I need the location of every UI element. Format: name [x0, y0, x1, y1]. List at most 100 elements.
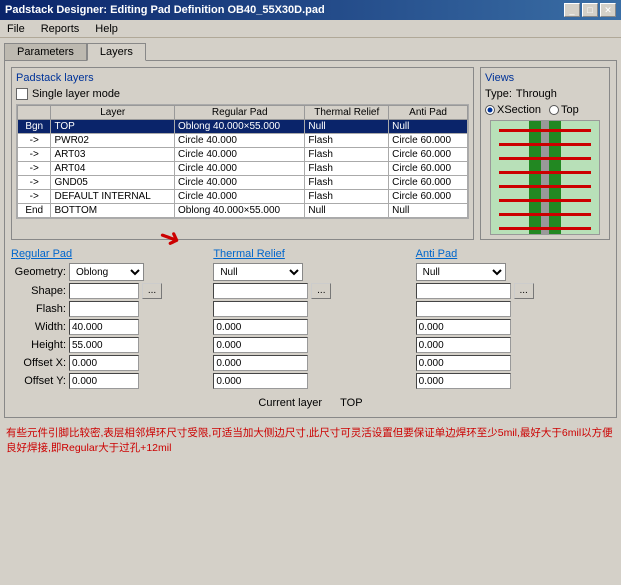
- cell-regpad: Oblong 40.000×55.000: [175, 120, 305, 134]
- cell-regpad: Oblong 40.000×55.000: [175, 204, 305, 218]
- shape-label: Shape:: [11, 285, 66, 297]
- cell-bgnend: ->: [18, 162, 51, 176]
- tab-parameters[interactable]: Parameters: [4, 43, 87, 61]
- thermal-geometry-select[interactable]: Null: [213, 263, 303, 281]
- flash-label: Flash:: [11, 303, 66, 315]
- geometry-row: Geometry: Oblong: [11, 263, 205, 281]
- layers-table: Layer Regular Pad Thermal Relief Anti Pa…: [17, 105, 468, 218]
- thermal-offset-y-row: [213, 373, 407, 389]
- cell-layer: DEFAULT INTERNAL: [51, 190, 175, 204]
- cell-bgnend: End: [18, 204, 51, 218]
- shape-row: Shape: ...: [11, 283, 205, 299]
- thermal-width-input[interactable]: [213, 319, 308, 335]
- col-header-layer: Layer: [51, 106, 175, 120]
- anti-pad-title: Anti Pad: [416, 248, 610, 260]
- thermal-offset-x-input[interactable]: [213, 355, 308, 371]
- table-row[interactable]: -> DEFAULT INTERNAL Circle 40.000 Flash …: [18, 190, 468, 204]
- type-label: Type:: [485, 88, 512, 100]
- antipad-offset-y-input[interactable]: [416, 373, 511, 389]
- flash-input[interactable]: [69, 301, 139, 317]
- geometry-select[interactable]: Oblong: [69, 263, 144, 281]
- cell-bgnend: ->: [18, 190, 51, 204]
- height-label: Height:: [11, 339, 66, 351]
- cell-antipad: Circle 60.000: [389, 190, 468, 204]
- cell-layer: BOTTOM: [51, 204, 175, 218]
- offset-y-input[interactable]: [69, 373, 139, 389]
- menu-help[interactable]: Help: [92, 22, 121, 36]
- cell-regpad: Circle 40.000: [175, 148, 305, 162]
- menu-reports[interactable]: Reports: [38, 22, 83, 36]
- antipad-height-row: [416, 337, 610, 353]
- table-row[interactable]: Bgn TOP Oblong 40.000×55.000 Null Null: [18, 120, 468, 134]
- flash-row: Flash:: [11, 301, 205, 317]
- thermal-shape-row: ...: [213, 283, 407, 299]
- cell-thermal: Flash: [305, 176, 389, 190]
- main-window: Parameters Layers Padstack layers Single…: [0, 38, 621, 422]
- thermal-flash-row: [213, 301, 407, 317]
- cell-antipad: Circle 60.000: [389, 148, 468, 162]
- height-input[interactable]: [69, 337, 139, 353]
- single-layer-checkbox[interactable]: [16, 88, 28, 100]
- minimize-button[interactable]: _: [564, 3, 580, 17]
- cell-antipad: Circle 60.000: [389, 176, 468, 190]
- cell-bgnend: ->: [18, 148, 51, 162]
- maximize-button[interactable]: □: [582, 3, 598, 17]
- antipad-flash-input[interactable]: [416, 301, 511, 317]
- offset-y-label: Offset Y:: [11, 375, 66, 387]
- radio-xsection[interactable]: XSection: [485, 104, 541, 116]
- regular-pad-section: Regular Pad Geometry: Oblong Shape: ... …: [11, 248, 205, 391]
- radio-top-label: Top: [561, 104, 579, 116]
- thermal-flash-input[interactable]: [213, 301, 308, 317]
- cell-thermal: Flash: [305, 190, 389, 204]
- tab-layers[interactable]: Layers: [87, 43, 146, 61]
- antipad-height-input[interactable]: [416, 337, 511, 353]
- layers-table-container[interactable]: Layer Regular Pad Thermal Relief Anti Pa…: [16, 104, 469, 219]
- thermal-shape-input[interactable]: [213, 283, 308, 299]
- antipad-offset-x-input[interactable]: [416, 355, 511, 371]
- antipad-shape-input[interactable]: [416, 283, 511, 299]
- table-row[interactable]: End BOTTOM Oblong 40.000×55.000 Null Nul…: [18, 204, 468, 218]
- thermal-height-input[interactable]: [213, 337, 308, 353]
- shape-browse-button[interactable]: ...: [142, 283, 162, 299]
- close-button[interactable]: ✕: [600, 3, 616, 17]
- offset-x-label: Offset X:: [11, 357, 66, 369]
- antipad-geometry-select[interactable]: Null: [416, 263, 506, 281]
- cell-regpad: Circle 40.000: [175, 176, 305, 190]
- offset-y-row: Offset Y:: [11, 373, 205, 389]
- table-row[interactable]: -> PWR02 Circle 40.000 Flash Circle 60.0…: [18, 134, 468, 148]
- title-bar-buttons: _ □ ✕: [564, 3, 616, 17]
- radio-xsection-circle[interactable]: [485, 105, 495, 115]
- offset-x-input[interactable]: [69, 355, 139, 371]
- col-header-bgnend: [18, 106, 51, 120]
- title-bar: Padstack Designer: Editing Pad Definitio…: [0, 0, 621, 20]
- cell-regpad: Circle 40.000: [175, 162, 305, 176]
- cell-antipad: Null: [389, 120, 468, 134]
- radio-xsection-label: XSection: [497, 104, 541, 116]
- cell-antipad: Circle 60.000: [389, 134, 468, 148]
- radio-top-circle[interactable]: [549, 105, 559, 115]
- table-row[interactable]: -> GND05 Circle 40.000 Flash Circle 60.0…: [18, 176, 468, 190]
- col-header-thermal: Thermal Relief: [305, 106, 389, 120]
- cell-bgnend: Bgn: [18, 120, 51, 134]
- antipad-width-input[interactable]: [416, 319, 511, 335]
- table-row[interactable]: -> ART03 Circle 40.000 Flash Circle 60.0…: [18, 148, 468, 162]
- cell-regpad: Circle 40.000: [175, 190, 305, 204]
- cell-thermal: Flash: [305, 134, 389, 148]
- shape-input[interactable]: [69, 283, 139, 299]
- cell-thermal: Flash: [305, 162, 389, 176]
- pad-visualization: [490, 120, 600, 235]
- thermal-shape-browse-button[interactable]: ...: [311, 283, 331, 299]
- radio-top[interactable]: Top: [549, 104, 579, 116]
- thermal-offset-x-row: [213, 355, 407, 371]
- cell-thermal: Null: [305, 204, 389, 218]
- antipad-shape-browse-button[interactable]: ...: [514, 283, 534, 299]
- menu-file[interactable]: File: [4, 22, 28, 36]
- cell-antipad: Null: [389, 204, 468, 218]
- thermal-relief-section: Thermal Relief Null ...: [213, 248, 407, 391]
- thermal-offset-y-input[interactable]: [213, 373, 308, 389]
- table-row[interactable]: -> ART04 Circle 40.000 Flash Circle 60.0…: [18, 162, 468, 176]
- width-input[interactable]: [69, 319, 139, 335]
- cell-regpad: Circle 40.000: [175, 134, 305, 148]
- col-header-antipad: Anti Pad: [389, 106, 468, 120]
- cell-thermal: Flash: [305, 148, 389, 162]
